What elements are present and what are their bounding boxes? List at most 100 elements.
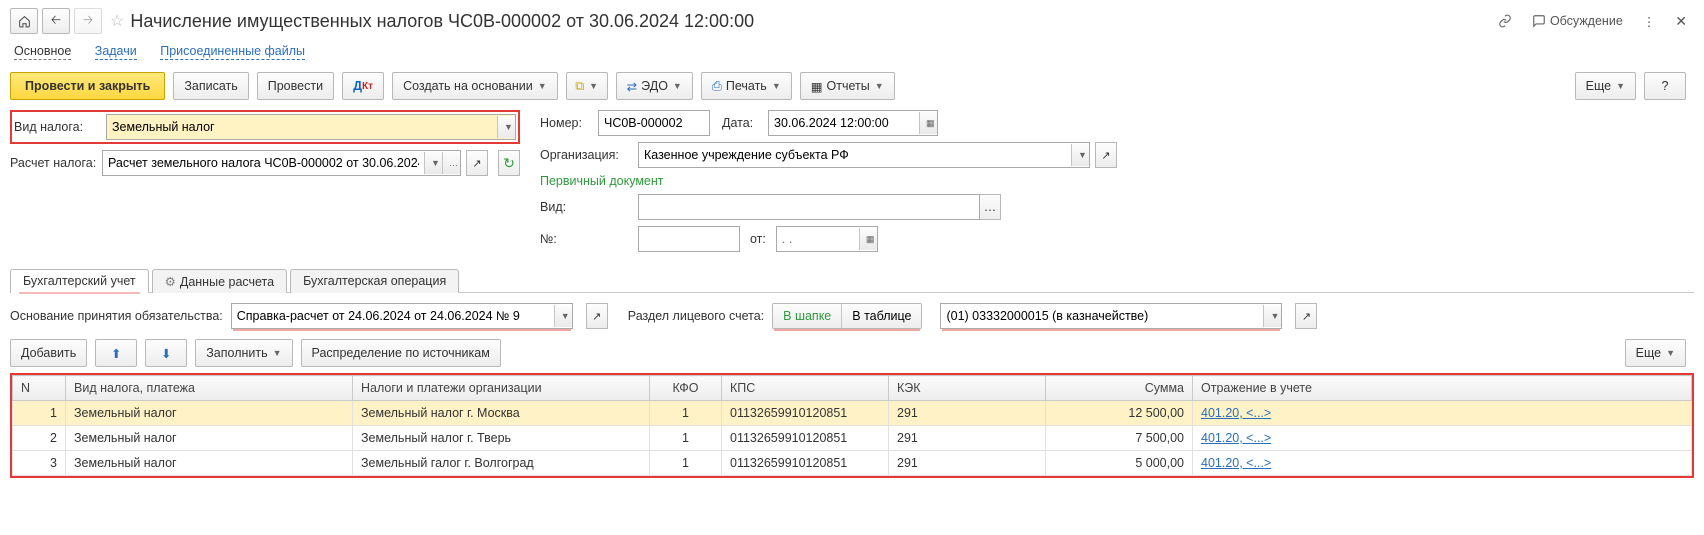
forward-button[interactable]: 🡢: [74, 8, 102, 34]
primary-date-field[interactable]: ▦: [776, 226, 878, 252]
fill-button[interactable]: Заполнить▼: [195, 339, 292, 367]
date-label: Дата:: [722, 116, 768, 130]
tab-acc-op[interactable]: Бухгалтерская операция: [290, 269, 459, 293]
print-button[interactable]: ⎙ Печать▼: [701, 72, 792, 100]
org-open-button[interactable]: ↗: [1095, 142, 1117, 168]
cell-org-tax: Земельный галог г. Волгоград: [353, 451, 650, 476]
favourite-star-icon[interactable]: ☆: [110, 11, 124, 31]
tab-calc-data-label: Данные расчета: [180, 275, 274, 289]
swap-icon: ⇄: [627, 79, 637, 94]
primary-no-value[interactable]: [639, 228, 739, 250]
refresh-icon: ↻: [503, 155, 515, 172]
open-icon: ↗: [1302, 310, 1311, 323]
home-icon: [18, 15, 31, 28]
primary-date-value[interactable]: [777, 228, 859, 250]
tax-type-select[interactable]: ▼: [106, 114, 516, 140]
attachment-button[interactable]: ⧉▼: [566, 72, 608, 100]
reflection-link[interactable]: 401.20, <...>: [1201, 431, 1271, 445]
personal-account-open-button[interactable]: ↗: [1295, 303, 1317, 329]
dk-balance-button[interactable]: ДКт: [342, 72, 384, 100]
table-more-button[interactable]: Еще▼: [1625, 339, 1686, 367]
cell-n: 2: [13, 426, 66, 451]
basis-open-button[interactable]: ↗: [586, 303, 608, 329]
table-row[interactable]: 1 Земельный налог Земельный налог г. Мос…: [13, 401, 1692, 426]
personal-account-dropdown-button[interactable]: ▼: [1263, 305, 1281, 327]
move-up-button[interactable]: ⬆: [95, 339, 137, 367]
basis-dropdown-button[interactable]: ▼: [554, 305, 572, 327]
primary-ot-label: от:: [750, 232, 766, 246]
subtab-files[interactable]: Присоединенные файлы: [160, 44, 305, 60]
org-value[interactable]: [639, 144, 1071, 166]
add-row-button[interactable]: Добавить: [10, 339, 87, 367]
tax-type-value[interactable]: [107, 116, 497, 138]
back-button[interactable]: 🡠: [42, 8, 70, 34]
primary-doc-heading: Первичный документ: [540, 174, 664, 188]
date-field[interactable]: ▦: [768, 110, 938, 136]
discussion-button[interactable]: Обсуждение: [1525, 9, 1630, 33]
basis-select[interactable]: ▼: [231, 303, 573, 329]
tab-accounting[interactable]: Бухгалтерский учет: [10, 269, 149, 293]
save-button[interactable]: Записать: [173, 72, 248, 100]
arrow-left-icon: 🡠: [51, 11, 61, 32]
col-sum[interactable]: Сумма: [1046, 376, 1193, 401]
col-kfo[interactable]: КФО: [650, 376, 722, 401]
table-row[interactable]: 2 Земельный налог Земельный налог г. Тве…: [13, 426, 1692, 451]
post-and-close-button[interactable]: Провести и закрыть: [10, 72, 165, 100]
account-mode-segment: В шапке В таблице: [772, 303, 922, 329]
date-value[interactable]: [769, 112, 919, 134]
calc-open-button[interactable]: ↗: [466, 150, 488, 176]
table-row[interactable]: 3 Земельный налог Земельный галог г. Вол…: [13, 451, 1692, 476]
primary-vid-value[interactable]: [639, 196, 979, 218]
calc-dropdown-button[interactable]: ▼: [424, 152, 442, 174]
tax-type-dropdown-button[interactable]: ▼: [497, 116, 515, 138]
reports-button[interactable]: ▦ Отчеты▼: [800, 72, 895, 100]
org-dropdown-button[interactable]: ▼: [1071, 144, 1089, 166]
col-n[interactable]: N: [13, 376, 66, 401]
more-menu-button[interactable]: ⋮: [1636, 9, 1663, 33]
col-kps[interactable]: КПС: [722, 376, 889, 401]
cell-kfo: 1: [650, 401, 722, 426]
number-field[interactable]: [598, 110, 710, 136]
subtab-main[interactable]: Основное: [14, 44, 71, 60]
close-button[interactable]: ✕: [1668, 9, 1694, 33]
date-picker-button[interactable]: ▦: [919, 112, 937, 134]
cell-kps: 01132659910120851: [722, 401, 889, 426]
edo-button[interactable]: ⇄ ЭДО▼: [616, 72, 693, 100]
col-tax-type[interactable]: Вид налога, платежа: [66, 376, 353, 401]
personal-account-select[interactable]: ▼: [940, 303, 1282, 329]
primary-vid-field[interactable]: [638, 194, 980, 220]
primary-vid-more-button[interactable]: …: [980, 194, 1001, 220]
calc-select[interactable]: ▼ …: [102, 150, 461, 176]
subtab-tasks[interactable]: Задачи: [95, 44, 137, 60]
gear-icon: ⚙: [165, 275, 176, 289]
primary-date-picker-button[interactable]: ▦: [859, 228, 877, 250]
home-button[interactable]: [10, 8, 38, 34]
distribute-button[interactable]: Распределение по источникам: [301, 339, 501, 367]
personal-account-value[interactable]: [941, 305, 1263, 327]
number-value[interactable]: [599, 112, 709, 134]
cell-kps: 01132659910120851: [722, 451, 889, 476]
mode-in-table-button[interactable]: В таблице: [841, 304, 921, 328]
post-button[interactable]: Провести: [257, 72, 334, 100]
link-button[interactable]: [1491, 9, 1519, 33]
org-select[interactable]: ▼: [638, 142, 1090, 168]
help-button[interactable]: ?: [1644, 72, 1686, 100]
col-reflection[interactable]: Отражение в учете: [1193, 376, 1692, 401]
reflection-link[interactable]: 401.20, <...>: [1201, 456, 1271, 470]
primary-no-field[interactable]: [638, 226, 740, 252]
create-based-label: Создать на основании: [403, 79, 533, 93]
chat-icon: [1532, 14, 1546, 28]
move-down-button[interactable]: ⬇: [145, 339, 187, 367]
tab-calc-data[interactable]: ⚙ Данные расчета: [152, 269, 287, 293]
toolbar-more-button[interactable]: Еще▼: [1575, 72, 1636, 100]
col-org-tax[interactable]: Налоги и платежи организации: [353, 376, 650, 401]
reflection-link[interactable]: 401.20, <...>: [1201, 406, 1271, 420]
mode-in-header-button[interactable]: В шапке: [773, 304, 841, 328]
refresh-button[interactable]: ↻: [498, 150, 520, 176]
calc-value[interactable]: [103, 152, 424, 174]
create-based-button[interactable]: Создать на основании▼: [392, 72, 558, 100]
basis-value[interactable]: [232, 305, 554, 327]
cell-kek: 291: [889, 426, 1046, 451]
calc-more-button[interactable]: …: [442, 152, 460, 174]
col-kek[interactable]: КЭК: [889, 376, 1046, 401]
